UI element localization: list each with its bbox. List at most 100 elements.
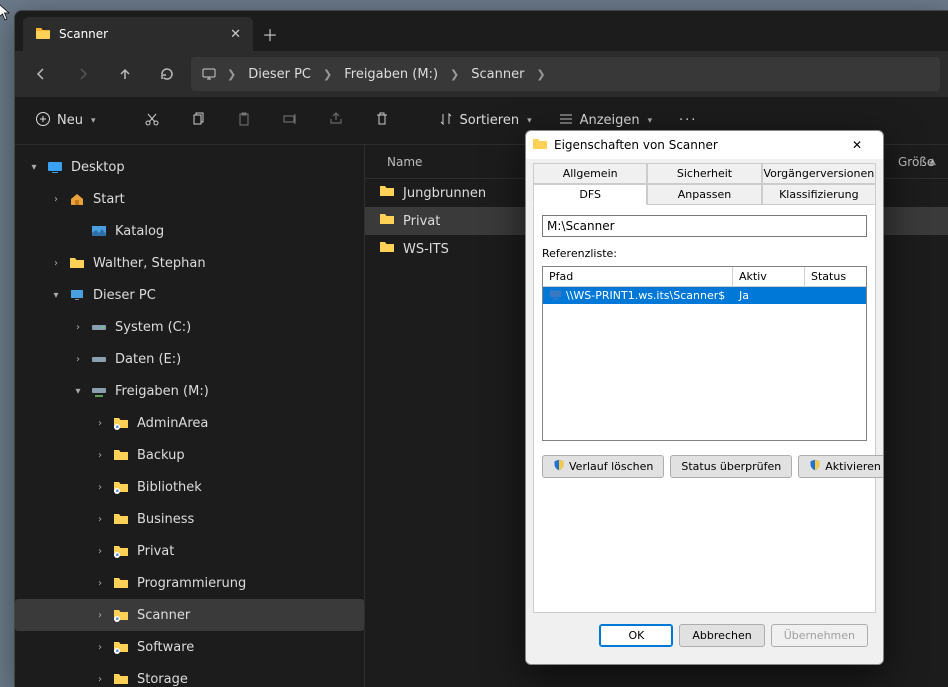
folder-icon bbox=[111, 671, 131, 687]
file-name: Jungbrunnen bbox=[403, 186, 486, 201]
clear-history-button[interactable]: Verlauf löschen bbox=[542, 455, 664, 478]
tab-allgemein[interactable]: Allgemein bbox=[533, 163, 647, 184]
folder-shortcut-icon bbox=[111, 543, 131, 559]
drive-icon bbox=[89, 351, 109, 367]
file-name: Privat bbox=[403, 214, 440, 229]
chevron-right-icon[interactable]: ❯ bbox=[225, 68, 238, 81]
delete-button[interactable] bbox=[362, 104, 402, 138]
network-drive-icon bbox=[89, 383, 109, 399]
paste-button[interactable] bbox=[224, 104, 264, 138]
tab-close-icon[interactable]: ✕ bbox=[230, 27, 241, 42]
reference-list-label: Referenzliste: bbox=[542, 247, 867, 260]
chevron-right-icon[interactable]: ❯ bbox=[321, 68, 334, 81]
tree-walther[interactable]: ›Walther, Stephan bbox=[15, 247, 364, 279]
more-icon: ··· bbox=[679, 113, 697, 128]
col-aktiv[interactable]: Aktiv bbox=[733, 267, 805, 286]
reference-row[interactable]: \\WS-PRINT1.ws.its\Scanner$ Ja bbox=[543, 287, 866, 304]
sort-button[interactable]: Sortieren ▾ bbox=[428, 104, 542, 138]
breadcrumb-this-pc[interactable]: Dieser PC bbox=[242, 64, 317, 85]
back-button[interactable] bbox=[23, 56, 59, 92]
copy-icon bbox=[190, 111, 206, 131]
check-status-button[interactable]: Status überprüfen bbox=[670, 455, 792, 478]
folder-icon bbox=[532, 136, 548, 155]
ok-button[interactable]: OK bbox=[599, 624, 673, 647]
file-name: WS-ITS bbox=[403, 242, 449, 257]
tree-thispc[interactable]: ▾Dieser PC bbox=[15, 279, 364, 311]
folder-shortcut-icon bbox=[111, 607, 131, 623]
forward-button[interactable] bbox=[65, 56, 101, 92]
refresh-button[interactable] bbox=[149, 56, 185, 92]
tree-storage[interactable]: ›Storage bbox=[15, 663, 364, 687]
column-size[interactable]: Größe bbox=[892, 145, 948, 179]
dfs-panel: Referenzliste: Pfad Aktiv Status \\WS-PR… bbox=[533, 205, 876, 613]
new-button[interactable]: Neu ▾ bbox=[25, 104, 106, 138]
folder-icon bbox=[379, 211, 395, 231]
desktop-icon bbox=[45, 159, 65, 175]
dfs-action-row: Verlauf löschen Status überprüfen Aktivi… bbox=[542, 455, 867, 478]
tree-start[interactable]: ›Start bbox=[15, 183, 364, 215]
tree-business[interactable]: ›Business bbox=[15, 503, 364, 535]
tree-scanner[interactable]: ›Scanner bbox=[15, 599, 364, 631]
cancel-button[interactable]: Abbrechen bbox=[679, 624, 764, 647]
cut-button[interactable] bbox=[132, 104, 172, 138]
breadcrumb-scanner[interactable]: Scanner bbox=[465, 64, 530, 85]
tree-software[interactable]: ›Software bbox=[15, 631, 364, 663]
col-status[interactable]: Status bbox=[805, 267, 866, 286]
new-label: Neu bbox=[57, 113, 83, 128]
tab-klassifizierung[interactable]: Klassifizierung bbox=[762, 184, 876, 205]
tree-adminarea[interactable]: ›AdminArea bbox=[15, 407, 364, 439]
tree-daten-e[interactable]: ›Daten (E:) bbox=[15, 343, 364, 375]
apply-button[interactable]: Übernehmen bbox=[771, 624, 868, 647]
folder-shortcut-icon bbox=[111, 415, 131, 431]
copy-button[interactable] bbox=[178, 104, 218, 138]
rename-button[interactable] bbox=[270, 104, 310, 138]
chevron-down-icon: ▾ bbox=[91, 116, 96, 126]
plus-circle-icon bbox=[35, 111, 51, 131]
breadcrumb-freigaben[interactable]: Freigaben (M:) bbox=[338, 64, 444, 85]
home-icon bbox=[67, 191, 87, 207]
folder-icon bbox=[379, 239, 395, 259]
tab-dfs[interactable]: DFS bbox=[533, 184, 647, 205]
sort-icon bbox=[438, 111, 454, 131]
tree-desktop[interactable]: ▾Desktop bbox=[15, 151, 364, 183]
chevron-down-icon: ▾ bbox=[527, 116, 532, 126]
tab-scanner[interactable]: Scanner ✕ bbox=[23, 17, 253, 51]
breadcrumb[interactable]: ❯ Dieser PC ❯ Freigaben (M:) ❯ Scanner ❯ bbox=[191, 57, 940, 91]
nav-tree[interactable]: ▾Desktop ›Start Katalog ›Walther, Stepha… bbox=[15, 145, 365, 687]
clipboard-icon bbox=[236, 111, 252, 131]
window-tabbar: Scanner ✕ ＋ bbox=[15, 11, 948, 51]
rename-icon bbox=[282, 111, 298, 131]
tab-sicherheit[interactable]: Sicherheit bbox=[647, 163, 761, 184]
share-button[interactable] bbox=[316, 104, 356, 138]
column-name[interactable]: Name bbox=[379, 151, 430, 173]
chevron-right-icon[interactable]: ❯ bbox=[534, 68, 547, 81]
chevron-right-icon[interactable]: ❯ bbox=[448, 68, 461, 81]
up-button[interactable] bbox=[107, 56, 143, 92]
folder-shortcut-icon bbox=[111, 479, 131, 495]
reference-status bbox=[805, 295, 866, 297]
tree-freigaben-m[interactable]: ▾Freigaben (M:) bbox=[15, 375, 364, 407]
tree-katalog[interactable]: Katalog bbox=[15, 215, 364, 247]
new-tab-button[interactable]: ＋ bbox=[253, 17, 287, 51]
dfs-path-input[interactable] bbox=[542, 215, 867, 237]
reference-table[interactable]: Pfad Aktiv Status \\WS-PRINT1.ws.its\Sca… bbox=[542, 266, 867, 441]
tab-vorgaengerversionen[interactable]: Vorgängerversionen bbox=[762, 163, 876, 184]
dialog-titlebar[interactable]: Eigenschaften von Scanner ✕ bbox=[526, 131, 883, 159]
activate-button[interactable]: Aktivieren bbox=[798, 455, 884, 478]
tree-privat[interactable]: ›Privat bbox=[15, 535, 364, 567]
tree-backup[interactable]: ›Backup bbox=[15, 439, 364, 471]
col-pfad[interactable]: Pfad bbox=[543, 267, 733, 286]
share-icon bbox=[328, 111, 344, 131]
tree-programmierung[interactable]: ›Programmierung bbox=[15, 567, 364, 599]
dialog-footer: OK Abbrechen Übernehmen bbox=[533, 613, 876, 657]
folder-icon bbox=[35, 25, 51, 44]
network-icon bbox=[549, 288, 562, 304]
tree-bibliothek[interactable]: ›Bibliothek bbox=[15, 471, 364, 503]
folder-icon bbox=[111, 447, 131, 463]
trash-icon bbox=[374, 111, 390, 131]
reference-path: \\WS-PRINT1.ws.its\Scanner$ bbox=[566, 289, 725, 302]
dialog-close-button[interactable]: ✕ bbox=[837, 132, 877, 158]
tab-anpassen[interactable]: Anpassen bbox=[647, 184, 761, 205]
tree-system-c[interactable]: ›System (C:) bbox=[15, 311, 364, 343]
sort-label: Sortieren bbox=[460, 113, 520, 128]
